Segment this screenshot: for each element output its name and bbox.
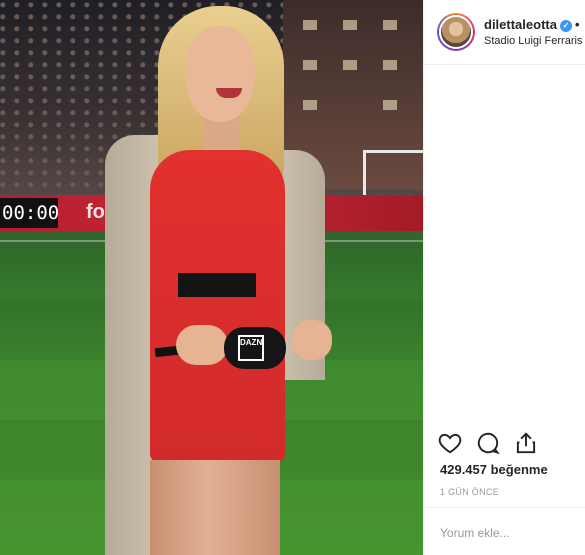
black-belt: [178, 273, 256, 297]
action-bar: [437, 430, 539, 456]
location-link[interactable]: Stadio Luigi Ferraris: [484, 35, 582, 47]
username-link[interactable]: dilettaleotta: [484, 17, 557, 32]
red-dress: [150, 150, 285, 462]
legs: [150, 460, 280, 555]
share-icon[interactable]: [513, 430, 539, 456]
scoreboard-clock: 00:00: [0, 198, 59, 228]
microphone-flag: DAZN: [238, 335, 264, 361]
heart-icon[interactable]: [437, 430, 463, 456]
comment-input[interactable]: [440, 526, 570, 540]
likes-count[interactable]: 429.457 beğenme: [440, 462, 548, 477]
post-sidebar: dilettaleotta ✓ • Stadio Luigi Ferraris 42…: [423, 0, 585, 555]
avatar[interactable]: [437, 13, 475, 51]
verified-badge-icon: ✓: [559, 20, 572, 32]
face: [185, 26, 255, 122]
post-time[interactable]: 1 GÜN ÖNCE: [440, 487, 499, 497]
post-header: dilettaleotta ✓ • Stadio Luigi Ferraris: [424, 0, 585, 65]
comment-section: [424, 507, 585, 555]
comment-bubble-icon[interactable]: [475, 430, 501, 456]
separator-dot: •: [574, 17, 580, 32]
username-line: dilettaleotta ✓ •: [484, 17, 580, 32]
post-photo[interactable]: 00:00 fo DAZN: [0, 0, 423, 555]
hands: [176, 325, 228, 365]
avatar-image: [439, 15, 473, 49]
right-hand: [292, 320, 332, 360]
board-text: fo: [86, 201, 105, 223]
